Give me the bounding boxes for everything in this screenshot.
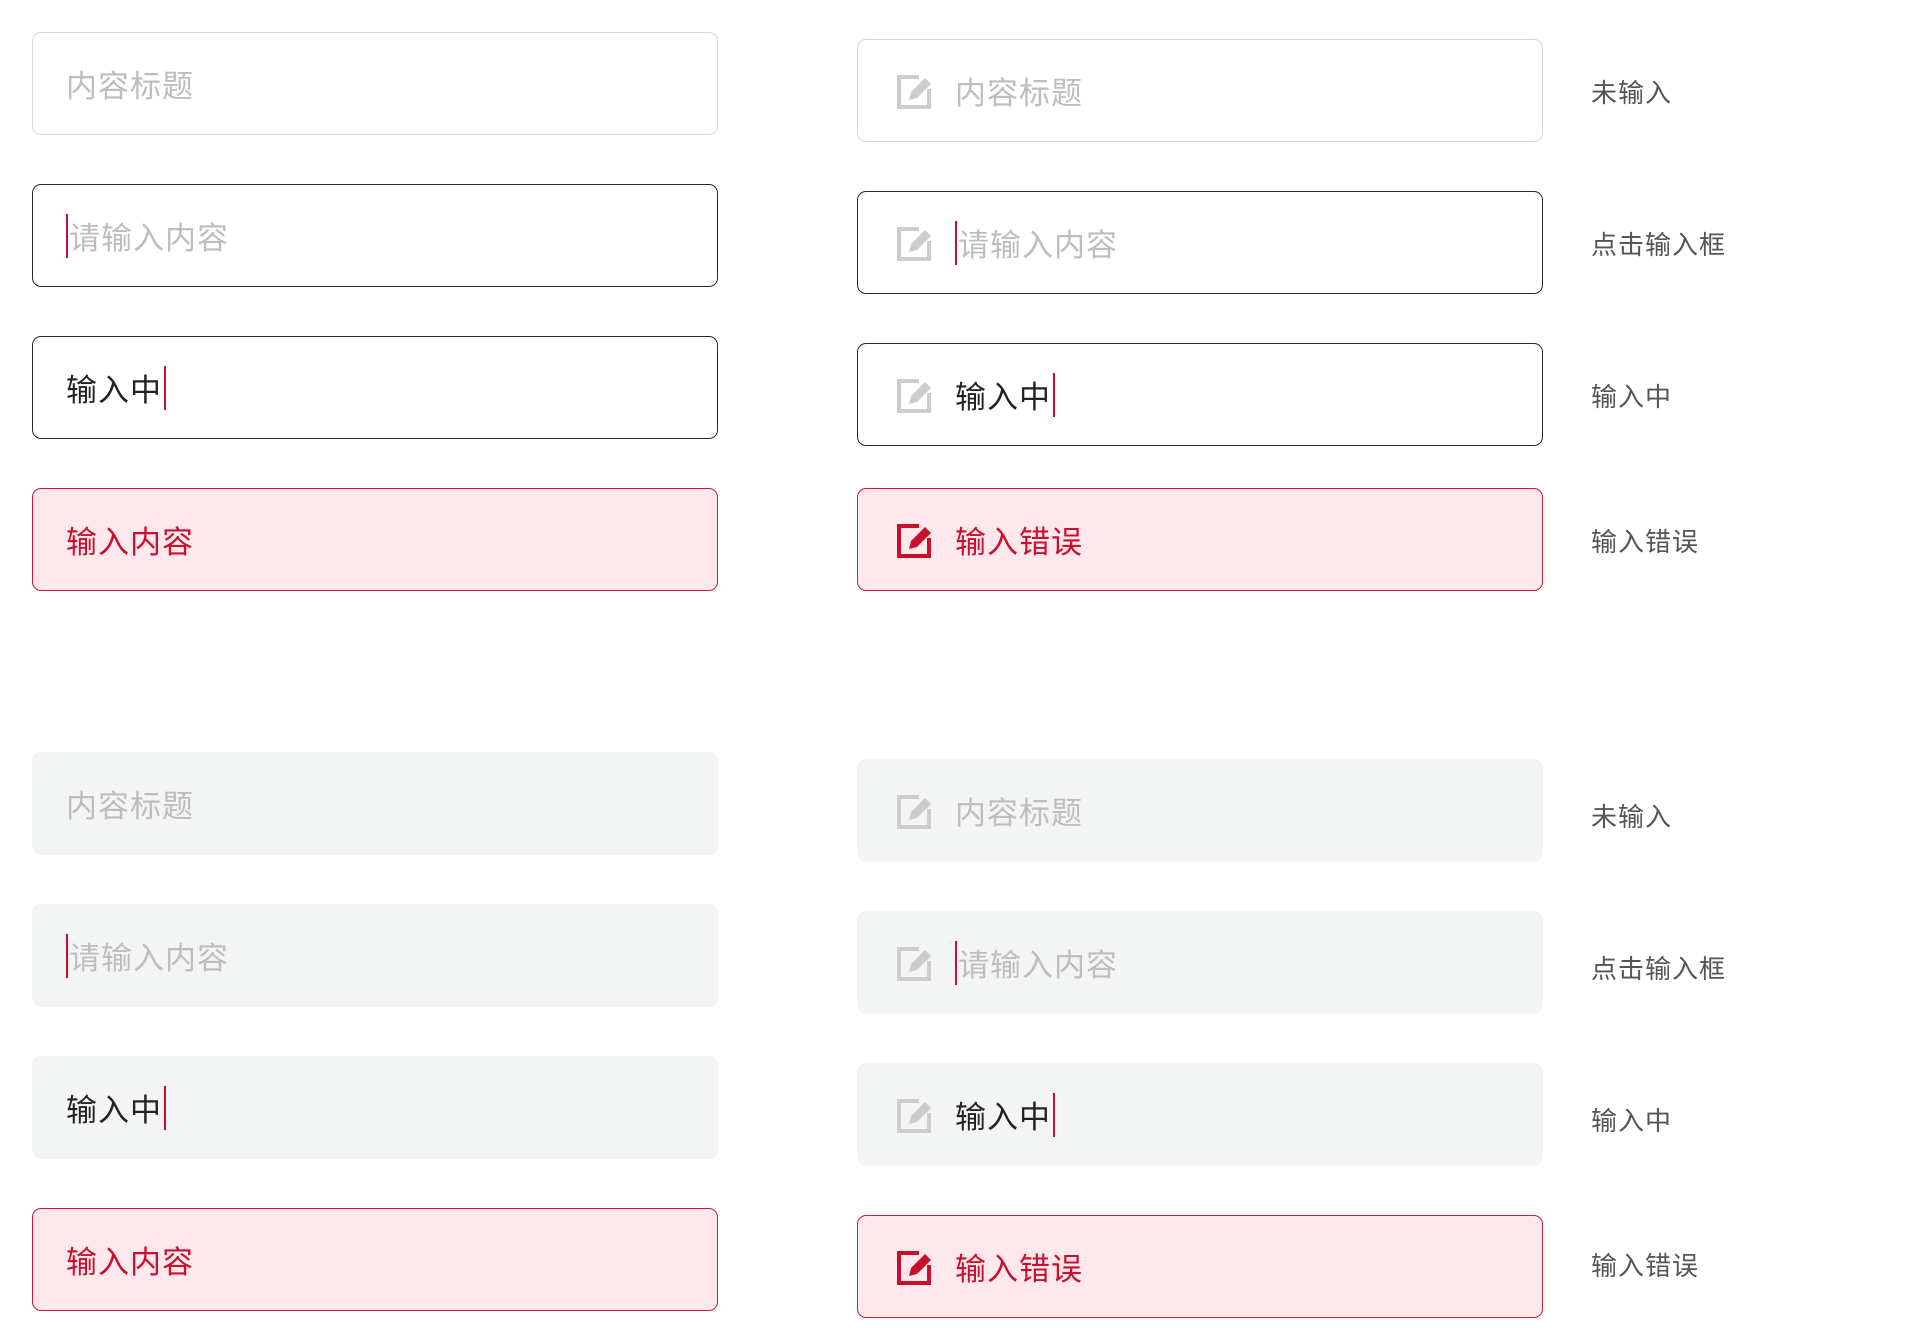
state-label-empty: 未输入	[1591, 803, 1673, 833]
input-value: 输入错误	[955, 1252, 1083, 1288]
state-label-focused: 点击输入框	[1591, 955, 1727, 985]
title-input-empty[interactable]: 内容标题	[32, 32, 718, 135]
input-placeholder: 内容标题	[955, 796, 1083, 832]
edit-icon	[895, 1095, 935, 1135]
content-input-focused[interactable]: 请输入内容	[32, 904, 718, 1007]
edit-icon	[895, 791, 935, 831]
title-input-with-icon-empty[interactable]: 内容标题	[857, 759, 1543, 862]
content-input-with-icon-focused[interactable]: 请输入内容	[857, 911, 1543, 1014]
input-value: 输入内容	[66, 1245, 194, 1281]
text-caret	[1053, 1092, 1055, 1137]
state-label-focused: 点击输入框	[1591, 231, 1727, 261]
input-value: 输入错误	[955, 525, 1083, 561]
content-input-with-icon-typing[interactable]: 输入中	[857, 1063, 1543, 1166]
title-input-empty[interactable]: 内容标题	[32, 752, 718, 855]
edit-icon	[895, 375, 935, 415]
state-label-error: 输入错误	[1591, 528, 1700, 558]
input-value: 输入中	[955, 1100, 1051, 1136]
content-input-focused[interactable]: 请输入内容	[32, 184, 718, 287]
content-input-error[interactable]: 输入内容	[32, 488, 718, 591]
edit-icon	[895, 223, 935, 263]
content-input-with-icon-error[interactable]: 输入错误	[857, 488, 1543, 591]
input-placeholder: 内容标题	[66, 69, 194, 105]
edit-icon	[895, 1247, 935, 1287]
content-input-with-icon-focused[interactable]: 请输入内容	[857, 191, 1543, 294]
text-caret	[955, 220, 957, 265]
input-placeholder: 请输入内容	[958, 228, 1118, 264]
input-placeholder: 请输入内容	[69, 941, 229, 977]
input-placeholder: 内容标题	[955, 76, 1083, 112]
state-label-empty: 未输入	[1591, 79, 1673, 109]
state-label-typing: 输入中	[1591, 383, 1673, 413]
input-value: 输入中	[66, 373, 162, 409]
content-input-error[interactable]: 输入内容	[32, 1208, 718, 1311]
state-label-typing: 输入中	[1591, 1107, 1673, 1137]
text-caret	[164, 1085, 166, 1130]
text-caret	[164, 365, 166, 410]
text-caret	[1053, 372, 1055, 417]
input-value: 输入内容	[66, 525, 194, 561]
content-input-typing[interactable]: 输入中	[32, 336, 718, 439]
text-caret	[66, 213, 68, 258]
state-label-error: 输入错误	[1591, 1252, 1700, 1282]
input-placeholder: 请输入内容	[958, 948, 1118, 984]
content-input-with-icon-error[interactable]: 输入错误	[857, 1215, 1543, 1318]
input-placeholder: 内容标题	[66, 789, 194, 825]
input-value: 输入中	[66, 1093, 162, 1129]
edit-icon	[895, 71, 935, 111]
edit-icon	[895, 520, 935, 560]
input-placeholder: 请输入内容	[69, 221, 229, 257]
title-input-with-icon-empty[interactable]: 内容标题	[857, 39, 1543, 142]
edit-icon	[895, 943, 935, 983]
text-caret	[955, 940, 957, 985]
text-caret	[66, 933, 68, 978]
input-value: 输入中	[955, 380, 1051, 416]
content-input-typing[interactable]: 输入中	[32, 1056, 718, 1159]
content-input-with-icon-typing[interactable]: 输入中	[857, 343, 1543, 446]
